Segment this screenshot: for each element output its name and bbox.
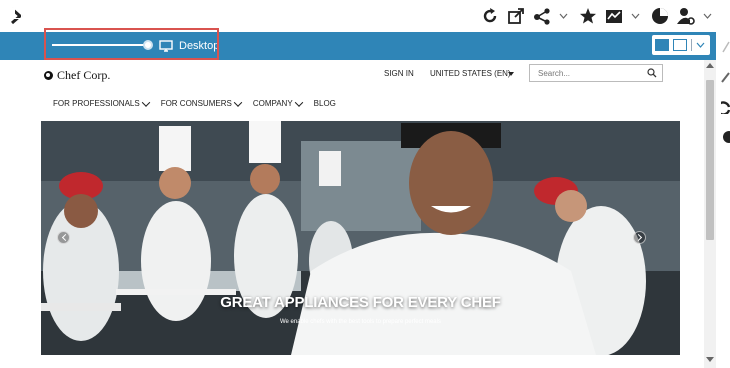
hero-title: GREAT APPLIANCES FOR EVERY CHEF bbox=[220, 294, 501, 311]
star-icon[interactable] bbox=[578, 6, 598, 26]
switcher-divider bbox=[691, 39, 692, 51]
pencil-icon[interactable] bbox=[721, 40, 730, 54]
nav-item-label: FOR CONSUMERS bbox=[160, 99, 232, 108]
open-external-icon[interactable] bbox=[506, 6, 526, 26]
highlight-box bbox=[44, 28, 219, 60]
sidebar-toggle-icon[interactable] bbox=[10, 8, 22, 19]
caret-down-icon[interactable] bbox=[508, 72, 514, 76]
region-selector[interactable]: UNITED STATES (EN) bbox=[430, 69, 511, 78]
pie-chart-icon[interactable] bbox=[650, 6, 670, 26]
user-settings-icon[interactable] bbox=[676, 6, 696, 26]
view-dropdown-icon[interactable] bbox=[696, 42, 705, 48]
search-icon[interactable] bbox=[647, 68, 657, 78]
scroll-up-icon[interactable] bbox=[706, 63, 714, 68]
chevron-down-icon bbox=[141, 97, 150, 107]
logo-text: Chef Corp. bbox=[57, 68, 111, 82]
search-input[interactable]: Search... bbox=[538, 69, 570, 78]
share-icon[interactable] bbox=[532, 6, 552, 26]
logo-icon bbox=[44, 71, 53, 80]
chart-icon[interactable] bbox=[604, 6, 624, 26]
nav-item-professionals[interactable]: FOR PROFESSIONALS bbox=[53, 97, 150, 108]
nav-item-label: FOR PROFESSIONALS bbox=[53, 99, 140, 108]
hero-next-button[interactable] bbox=[633, 231, 646, 244]
sign-in-link[interactable]: SIGN IN bbox=[384, 69, 414, 78]
edit-icon[interactable] bbox=[721, 70, 730, 84]
globe-icon[interactable] bbox=[721, 130, 730, 144]
share-dropdown-icon[interactable] bbox=[558, 6, 568, 26]
site-nav: FOR PROFESSIONALS FOR CONSUMERS COMPANY … bbox=[53, 97, 336, 108]
refresh-icon[interactable] bbox=[480, 6, 500, 26]
chart-dropdown-icon[interactable] bbox=[630, 6, 640, 26]
chevron-down-icon bbox=[233, 97, 243, 107]
nav-item-blog[interactable]: BLOG bbox=[314, 99, 336, 108]
user-dropdown-icon[interactable] bbox=[702, 6, 712, 26]
nav-item-label: BLOG bbox=[313, 99, 336, 108]
hero-subtitle: We enable chefs with the best tools to p… bbox=[280, 319, 441, 325]
split-view-icon[interactable] bbox=[673, 39, 687, 51]
nav-item-company[interactable]: COMPANY bbox=[252, 97, 303, 108]
nav-item-consumers[interactable]: FOR CONSUMERS bbox=[160, 97, 243, 108]
hero-banner[interactable]: GREAT APPLIANCES FOR EVERY CHEF We enabl… bbox=[41, 121, 680, 355]
search-box[interactable]: Search... bbox=[529, 64, 663, 82]
chevron-down-icon bbox=[294, 97, 303, 107]
site-logo[interactable]: Chef Corp. bbox=[44, 68, 110, 83]
refresh-side-icon[interactable] bbox=[721, 100, 730, 114]
hero-prev-button[interactable] bbox=[57, 231, 70, 244]
desktop-view-icon[interactable] bbox=[655, 39, 669, 51]
view-mode-switcher bbox=[652, 35, 710, 55]
scrollbar-thumb[interactable] bbox=[706, 80, 714, 240]
scroll-down-icon[interactable] bbox=[706, 357, 714, 362]
nav-item-label: COMPANY bbox=[252, 99, 293, 108]
